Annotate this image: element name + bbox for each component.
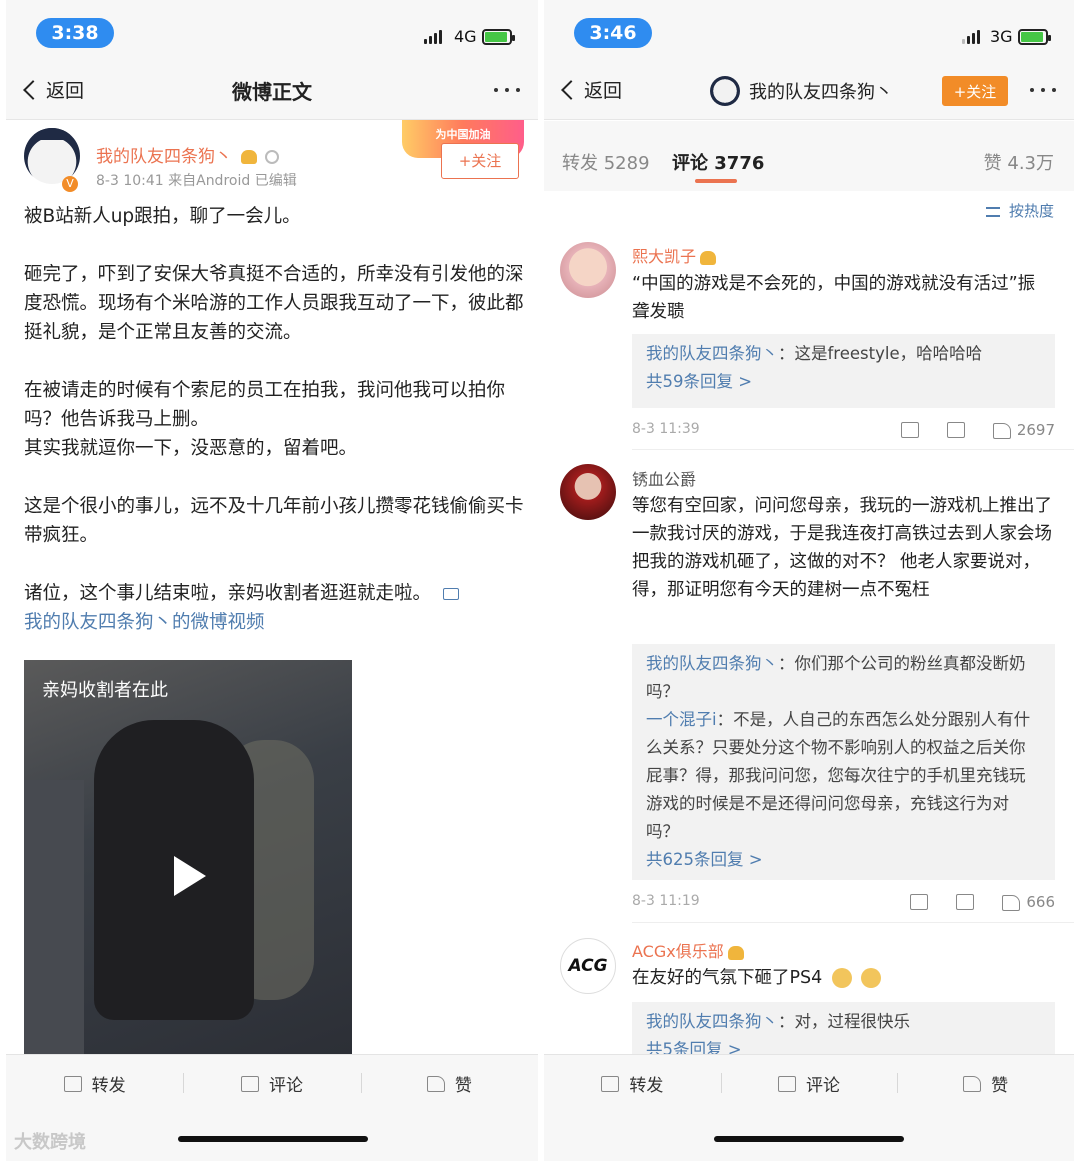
avatar[interactable]: ACG — [560, 938, 616, 994]
reply-item: 我的队友四条狗丶：你们那个公司的粉丝真都没断奶吗？ — [646, 654, 1026, 701]
reply-box: 我的队友四条狗丶：对，过程很快乐 共5条回复 > — [632, 1002, 1055, 1062]
back-button[interactable]: 返回 — [558, 76, 622, 103]
post-paragraph-last: 诸位，这个事儿结束啦，亲妈收割者逛逛就走啦。 — [24, 579, 524, 608]
video-link[interactable]: 我的队友四条狗丶的微博视频 — [24, 608, 524, 637]
comment-author[interactable]: 熙大凯子 — [632, 243, 717, 267]
network-type: 4G — [454, 27, 477, 46]
comment-button[interactable]: 评论 — [183, 1071, 360, 1096]
like-button[interactable]: 赞 — [897, 1071, 1074, 1096]
battery-icon — [482, 29, 515, 45]
avatar[interactable] — [560, 464, 616, 520]
thumbs-up-icon — [963, 1075, 982, 1092]
like-button[interactable]: 赞 — [360, 1071, 538, 1096]
sort-icon — [986, 206, 1001, 217]
comment-icon[interactable] — [946, 422, 965, 438]
chevron-left-icon — [561, 79, 581, 100]
bottom-toolbar: 转发 评论 赞 — [6, 1054, 538, 1112]
nav-user-name[interactable]: 我的队友四条狗丶 — [749, 78, 893, 104]
avatar[interactable] — [560, 242, 616, 298]
battery-icon — [1018, 29, 1051, 45]
active-tab-indicator — [695, 179, 737, 183]
tab-like[interactable]: 赞 4.3万 — [984, 149, 1054, 175]
like-button[interactable]: 2697 — [992, 421, 1055, 439]
more-replies-link[interactable]: 共59条回复 > — [646, 368, 1041, 396]
post-paragraph: 被B站新人up跟拍，聊了一会儿。 — [24, 206, 301, 227]
comment-button[interactable]: 评论 — [720, 1071, 898, 1096]
follow-button[interactable]: +关注 — [441, 143, 519, 179]
post-paragraph: 这是个很小的事儿，远不及十几年前小孩儿攒零花钱偷偷买卡带疯狂。 — [24, 496, 524, 546]
doge-emoji-icon — [861, 968, 882, 988]
comment-author[interactable]: ACGx俱乐部 — [632, 938, 744, 962]
status-bar: 3:46 3G — [544, 0, 1074, 62]
reply-item: 一个混子i：不是，人自己的东西怎么处分跟别人有什么关系？只要处分这个物不影响别人… — [646, 710, 1031, 841]
comment-text: “中国的游戏是不会死的，中国的游戏就没有活过”振聋发聩 — [632, 274, 1036, 322]
repost-button[interactable]: 转发 — [544, 1071, 721, 1096]
video-icon — [442, 588, 459, 600]
watermark: 大数跨境 — [14, 1132, 86, 1153]
reply-item: 我的队友四条狗丶：这是freestyle，哈哈哈哈 — [646, 344, 983, 363]
doge-emoji-icon — [831, 968, 852, 988]
signal-icon — [962, 30, 980, 44]
thumbs-up-icon — [992, 422, 1011, 439]
thumbs-up-icon — [1002, 894, 1021, 911]
verified-icon: V — [62, 176, 78, 192]
grad-cap-icon — [34, 128, 70, 140]
back-label: 返回 — [584, 80, 623, 102]
page-title: 微博正文 — [232, 80, 312, 104]
tab-bar: 转发 5289 评论 3776 赞 4.3万 — [544, 121, 1074, 191]
post-content: 被B站新人up跟拍，聊了一会儿。 砸完了，吓到了安保大爷真挺不合适的，所幸没有引… — [24, 202, 524, 637]
thumbs-up-icon — [426, 1075, 445, 1092]
sort-toggle[interactable]: 按热度 — [986, 200, 1054, 221]
share-icon[interactable] — [900, 422, 919, 438]
share-icon[interactable] — [910, 894, 929, 910]
nav-bar: 返回 微博正文 — [6, 62, 538, 120]
play-icon[interactable] — [174, 856, 206, 896]
vip-crown-icon — [727, 945, 744, 960]
video-caption: 亲妈收割者在此 — [42, 680, 168, 701]
avatar[interactable] — [710, 76, 740, 106]
left-screen: 3:38 4G 返回 微博正文 V 我的队友四条狗丶 8-3 10:41 来自A… — [6, 0, 538, 1161]
post-meta: 8-3 10:41 来自Android 已编辑 — [96, 173, 297, 189]
reply-box: 我的队友四条狗丶：这是freestyle，哈哈哈哈 共59条回复 > — [632, 334, 1055, 408]
post-paragraph: 在被请走的时候有个索尼的员工在拍我，我问他我可以拍你吗？他告诉我马上删。 其实我… — [24, 380, 506, 459]
vip-crown-icon — [241, 150, 258, 164]
repost-icon — [601, 1075, 620, 1092]
bottom-toolbar: 转发 评论 赞 — [544, 1054, 1074, 1112]
status-bar: 3:38 4G — [6, 0, 538, 62]
repost-icon — [63, 1075, 82, 1092]
nav-bar: 返回 我的队友四条狗丶 +关注 — [544, 62, 1074, 120]
comment-text: 在友好的气氛下砸了PS4 — [632, 964, 1052, 992]
tab-repost[interactable]: 转发 5289 — [562, 149, 650, 175]
more-replies-link[interactable]: 共625条回复 > — [646, 846, 1041, 874]
vip-crown-icon — [700, 250, 717, 265]
follow-button[interactable]: +关注 — [942, 76, 1008, 106]
video-player[interactable]: 亲妈收割者在此 — [24, 660, 352, 1054]
status-time: 3:46 — [574, 18, 652, 48]
more-icon[interactable] — [1030, 88, 1056, 92]
reply-box: 我的队友四条狗丶：你们那个公司的粉丝真都没断奶吗？ 一个混子i：不是，人自己的东… — [632, 644, 1055, 880]
reply-item: 我的队友四条狗丶：对，过程很快乐 — [646, 1012, 910, 1031]
signal-icon — [424, 30, 442, 44]
post-paragraph: 砸完了，吓到了安保大爷真挺不合适的，所幸没有引发他的深度恐慌。现场有个米哈游的工… — [24, 264, 524, 343]
comment-icon — [240, 1075, 259, 1092]
author-name[interactable]: 我的队友四条狗丶 — [96, 142, 279, 167]
comment-footer: 8-3 11:39 2697 — [632, 421, 1055, 439]
network-type: 3G — [990, 27, 1013, 46]
repost-button[interactable]: 转发 — [6, 1071, 183, 1096]
comment-text: 等您有空回家，问问您母亲，我玩的一游戏机上推出了一款我讨厌的游戏，于是我连夜打高… — [632, 496, 1052, 600]
comment-icon — [778, 1075, 796, 1092]
comment-icon[interactable] — [956, 894, 975, 910]
home-indicator[interactable] — [178, 1136, 368, 1142]
more-icon[interactable] — [494, 88, 520, 92]
medal-icon — [264, 150, 279, 164]
home-indicator[interactable] — [714, 1136, 904, 1142]
status-time: 3:38 — [36, 18, 114, 48]
comment-footer: 8-3 11:19 666 — [632, 893, 1055, 911]
tab-comment[interactable]: 评论 3776 — [672, 149, 764, 175]
comment-author[interactable]: 锈血公爵 — [632, 466, 696, 490]
like-button[interactable]: 666 — [1002, 893, 1055, 911]
right-screen: 3:46 3G 返回 我的队友四条狗丶 +关注 转发 5289 评论 3776 … — [544, 0, 1074, 1161]
